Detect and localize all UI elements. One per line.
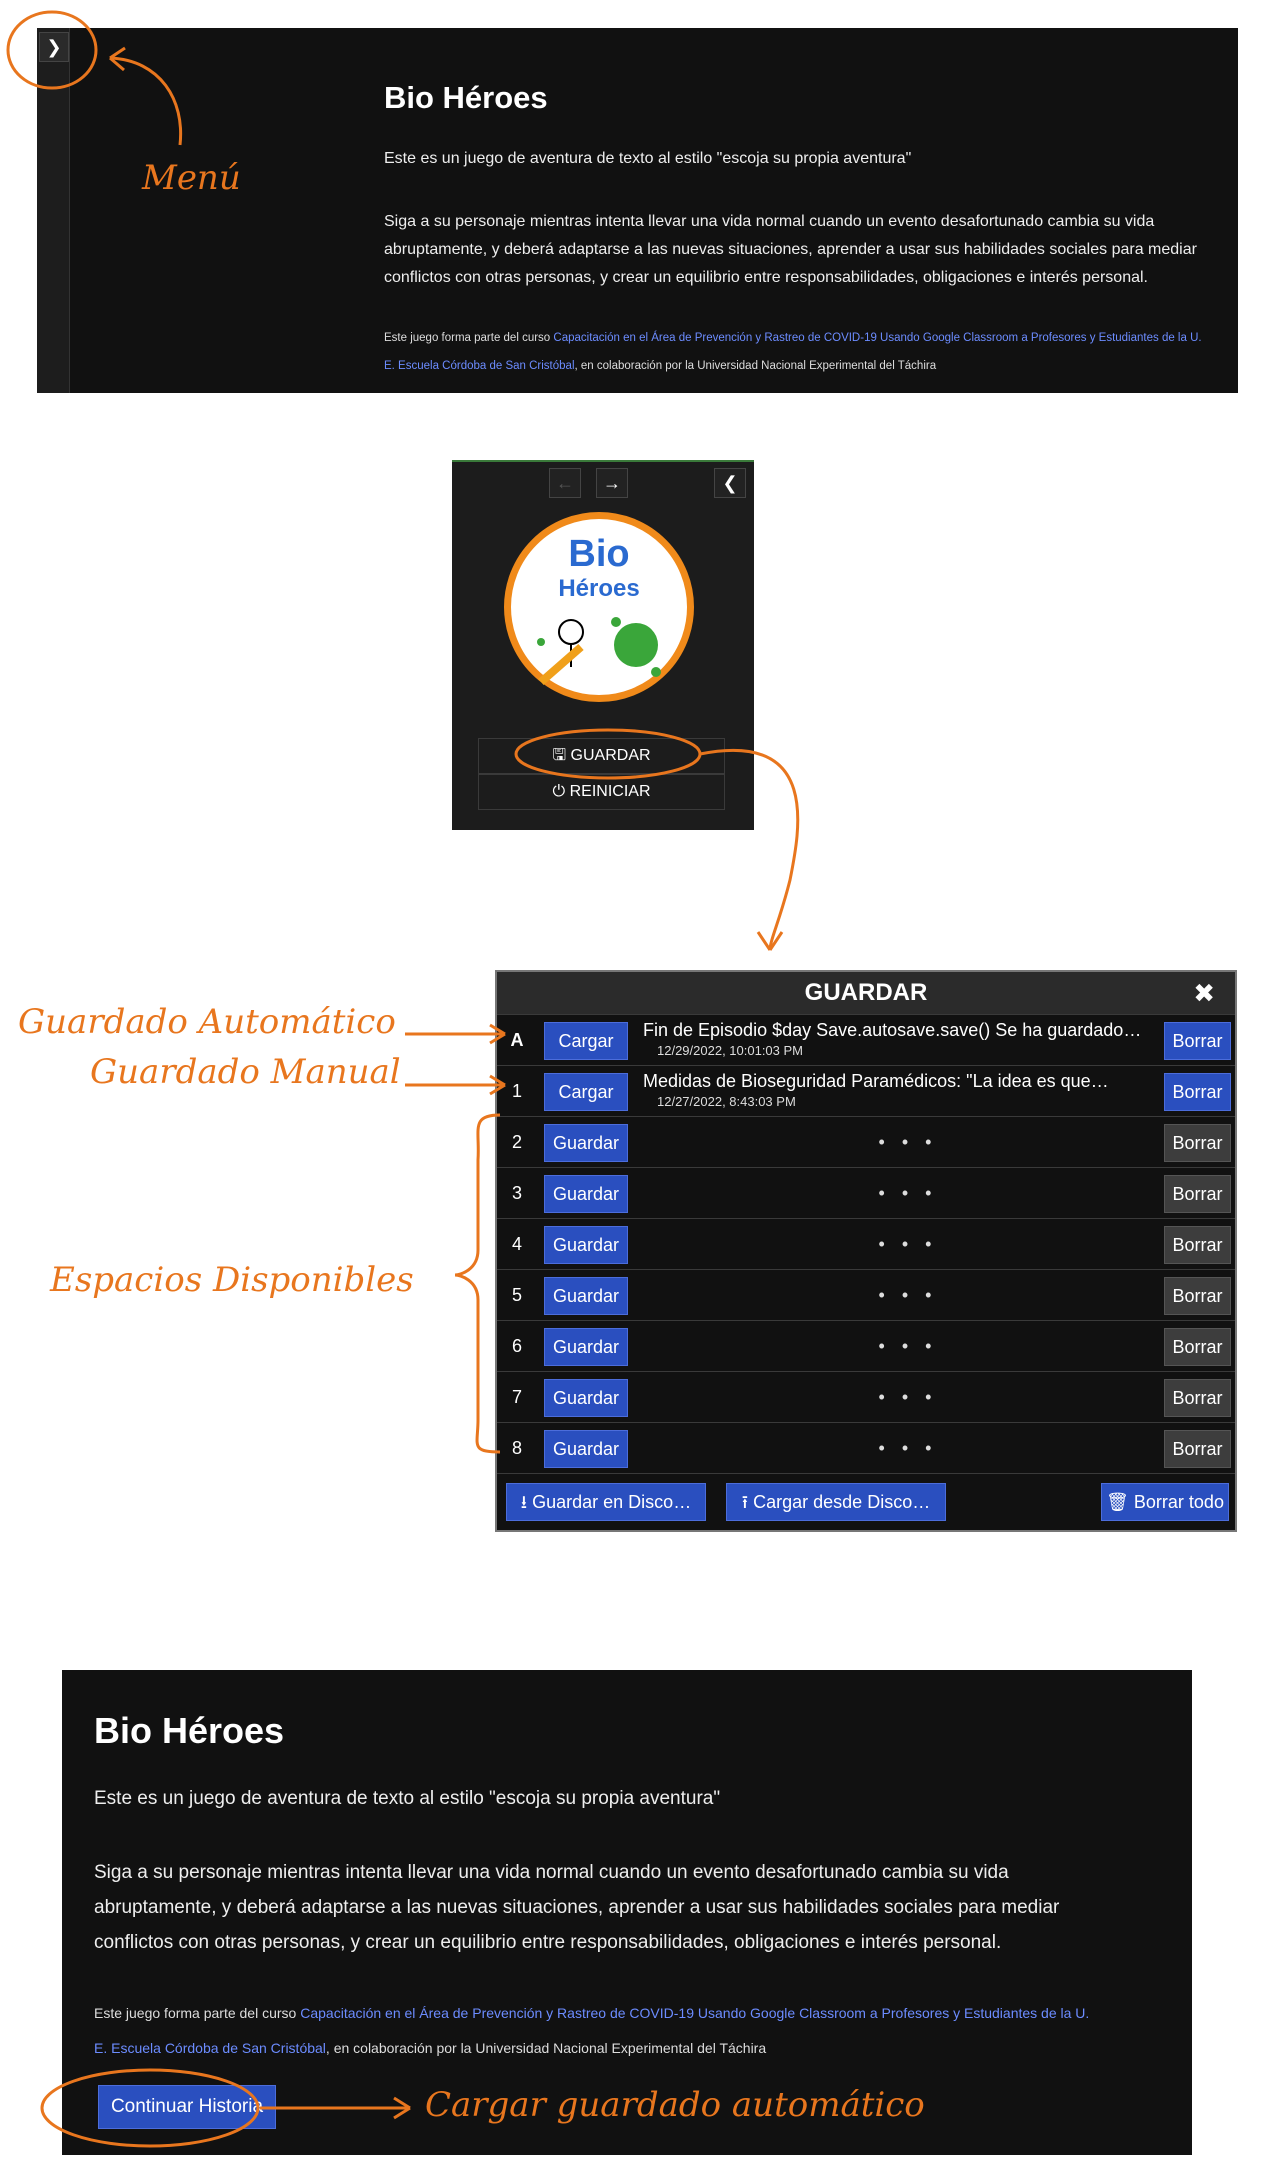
save-slot-button[interactable]: Guardar <box>544 1277 628 1315</box>
delete-all-label: Borrar todo <box>1133 1492 1224 1512</box>
load-from-disk-label: Cargar desde Disco… <box>753 1492 931 1512</box>
save-annotation-arrow <box>514 728 800 951</box>
slot-title: Fin de Episodio $day Save.autosave.save(… <box>643 1020 1142 1040</box>
delete-slot-button[interactable]: Borrar <box>1164 1022 1231 1060</box>
delete-slot-button[interactable]: Borrar <box>1164 1175 1231 1213</box>
credits-suffix: , en colaboración por la Universidad Nac… <box>325 2040 767 2056</box>
save-to-disk-label: Guardar en Disco… <box>532 1492 692 1512</box>
paragraph-line: abruptamente, y deberá adaptarse a las n… <box>384 241 1197 258</box>
back-button[interactable]: ← <box>549 468 581 498</box>
logo-text-heroes: Héroes <box>558 575 640 602</box>
slot-date: 12/29/2022, 10:01:03 PM <box>657 1043 804 1058</box>
save-slot-button[interactable]: Guardar <box>544 1175 628 1213</box>
dialog-title: GUARDAR <box>497 972 1235 1014</box>
save-slot-button[interactable]: Guardar <box>544 1430 628 1468</box>
close-icon[interactable]: ✖ <box>1193 972 1215 1014</box>
delete-slot-button[interactable]: Borrar <box>1164 1073 1231 1111</box>
credits-prefix: Este juego forma parte del curso <box>384 332 554 344</box>
dialog-annotation-arrows <box>405 1023 506 1454</box>
story-intro: Este es un juego de aventura de texto al… <box>94 1788 721 1809</box>
arrow-left-icon: ← <box>556 473 574 493</box>
logo-illustration <box>537 617 661 686</box>
load-from-disk-button[interactable]: ⭱ Cargar desde Disco… <box>726 1483 946 1521</box>
save-slot-row: 1 Cargar Medidas de Bioseguridad Paraméd… <box>497 1065 1235 1117</box>
story-title: Bio Héroes <box>94 1710 285 1751</box>
save-slot-button[interactable]: Guardar <box>544 1124 628 1162</box>
story-credits: Este juego forma parte del curso Capacit… <box>94 1996 1184 2066</box>
empty-slot-indicator: • • • <box>878 1234 938 1254</box>
paragraph-line: conflictos con otras personas, y crear u… <box>94 1932 1002 1953</box>
arrow-right-icon: → <box>603 473 621 493</box>
save-slot-button[interactable]: Guardar <box>544 1226 628 1264</box>
save-slot-row: 5 Guardar • • • Borrar <box>497 1269 1235 1321</box>
delete-slot-button[interactable]: Borrar <box>1164 1379 1231 1417</box>
credits-prefix: Este juego forma parte del curso <box>94 2005 301 2021</box>
save-to-disk-button[interactable]: ⭳ Guardar en Disco… <box>506 1483 706 1521</box>
save-slot-row: 3 Guardar • • • Borrar <box>497 1167 1235 1219</box>
collapse-sidebar-button[interactable]: ❮ <box>714 468 746 498</box>
save-slot-button[interactable]: Guardar <box>544 1328 628 1366</box>
upload-icon: ⭱ <box>741 1492 749 1512</box>
slot-date: 12/27/2022, 8:43:03 PM <box>657 1094 796 1109</box>
story-credits: Este juego forma parte del curso Capacit… <box>384 324 1238 380</box>
annotation-menu: Menú <box>142 158 241 198</box>
save-slot-row: 2 Guardar • • • Borrar <box>497 1116 1235 1168</box>
save-slot-row: 8 Guardar • • • Borrar <box>497 1422 1235 1474</box>
school-link[interactable]: E. Escuela Córdoba de San Cristóbal <box>94 2040 326 2056</box>
empty-slot-indicator: • • • <box>878 1387 938 1407</box>
course-link[interactable]: Capacitación en el Área de Prevención y … <box>553 332 1201 344</box>
story-paragraph: Siga a su personaje mientras intenta lle… <box>384 208 1238 292</box>
delete-slot-button[interactable]: Borrar <box>1164 1430 1231 1468</box>
school-link[interactable]: E. Escuela Córdoba de San Cristóbal <box>384 360 575 372</box>
empty-slot-indicator: • • • <box>878 1438 938 1458</box>
delete-slot-button[interactable]: Borrar <box>1164 1328 1231 1366</box>
slot-title: Medidas de Bioseguridad Paramédicos: "La… <box>643 1071 1109 1091</box>
delete-slot-button[interactable]: Borrar <box>1164 1226 1231 1264</box>
save-slot-row: 6 Guardar • • • Borrar <box>497 1320 1235 1372</box>
course-link[interactable]: Capacitación en el Área de Prevención y … <box>300 2005 1089 2021</box>
download-icon: ⭳ <box>520 1492 528 1512</box>
empty-slot-indicator: • • • <box>878 1132 938 1152</box>
credits-suffix: , en colaboración por la Universidad Nac… <box>574 360 937 372</box>
save-slot-button[interactable]: Guardar <box>544 1379 628 1417</box>
logo-text-bio: Bio <box>568 533 630 575</box>
chevron-left-icon: ❮ <box>722 473 738 493</box>
story-paragraph: Siga a su personaje mientras intenta lle… <box>94 1855 1184 1960</box>
empty-slot-indicator: • • • <box>878 1285 938 1305</box>
delete-all-button[interactable]: 🗑 Borrar todo <box>1101 1483 1229 1521</box>
save-slot-row: 4 Guardar • • • Borrar <box>497 1218 1235 1270</box>
save-slot-row: 7 Guardar • • • Borrar <box>497 1371 1235 1423</box>
load-slot-button[interactable]: Cargar <box>544 1022 628 1060</box>
trash-icon: 🗑 <box>1106 1492 1129 1512</box>
load-slot-button[interactable]: Cargar <box>544 1073 628 1111</box>
paragraph-line: abruptamente, y deberá adaptarse a las n… <box>94 1897 1060 1918</box>
empty-slot-indicator: • • • <box>878 1183 938 1203</box>
empty-slot-indicator: • • • <box>878 1336 938 1356</box>
paragraph-line: conflictos con otras personas, y crear u… <box>384 269 1148 286</box>
dialog-footer: ⭳ Guardar en Disco… ⭱ Cargar desde Disco… <box>497 1473 1235 1531</box>
bio-heroes-logo: Bio Héroes <box>504 512 694 702</box>
save-slot-row: A Cargar Fin de Episodio $day Save.autos… <box>497 1014 1235 1066</box>
annotation-load-auto: Cargar guardado automático <box>425 2085 925 2125</box>
forward-button[interactable]: → <box>596 468 628 498</box>
delete-slot-button[interactable]: Borrar <box>1164 1124 1231 1162</box>
paragraph-line: Siga a su personaje mientras intenta lle… <box>94 1862 1009 1883</box>
paragraph-line: Siga a su personaje mientras intenta lle… <box>384 213 1155 230</box>
save-dialog: GUARDAR ✖ A Cargar Fin de Episodio $day … <box>495 970 1237 1532</box>
delete-slot-button[interactable]: Borrar <box>1164 1277 1231 1315</box>
